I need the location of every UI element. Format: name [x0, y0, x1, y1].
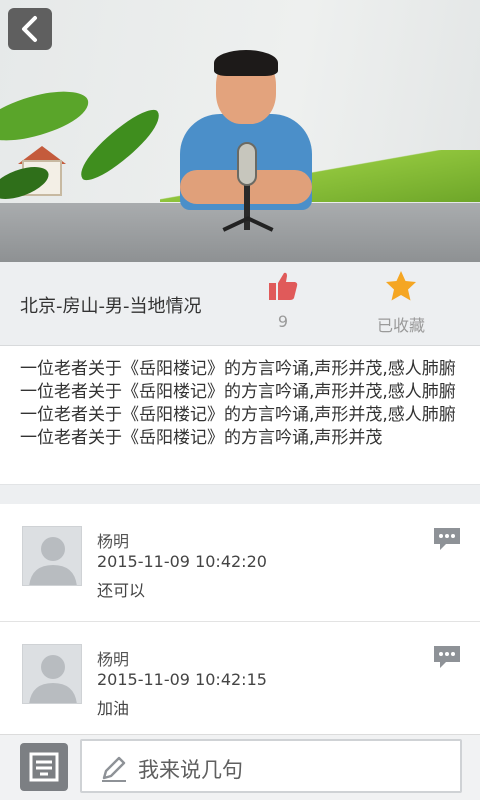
video-title: 北京-房山-男-当地情况	[20, 296, 202, 317]
pencil-icon	[102, 756, 126, 782]
thumbs-up-icon	[269, 272, 298, 300]
avatar	[22, 644, 82, 704]
favorite-button[interactable]: 已收藏	[366, 270, 436, 340]
star-icon	[386, 271, 416, 301]
comment-author: 杨明	[97, 532, 130, 551]
comment-input-placeholder: 我来说几句	[138, 758, 243, 782]
reply-button[interactable]	[432, 526, 462, 552]
default-avatar-icon	[29, 655, 77, 703]
video-description: 一位老者关于《岳阳楼记》的方言吟诵,声形并茂,感人肺腑一位老者关于《岳阳楼记》的…	[0, 346, 480, 484]
microphone	[237, 142, 257, 186]
video-thumbnail[interactable]	[0, 0, 480, 262]
back-button[interactable]	[8, 8, 52, 50]
reply-button[interactable]	[432, 644, 462, 670]
chevron-left-icon	[22, 16, 37, 42]
comment-item: 杨明 2015-11-09 10:42:15 加油	[0, 622, 480, 740]
like-button[interactable]: 9	[258, 270, 308, 340]
comment-time: 2015-11-09 10:42:20	[97, 552, 267, 571]
section-divider	[0, 484, 480, 504]
comment-time: 2015-11-09 10:42:15	[97, 670, 267, 689]
description-text: 一位老者关于《岳阳楼记》的方言吟诵,声形并茂,感人肺腑一位老者关于《岳阳楼记》的…	[20, 359, 456, 448]
keyboard-icon	[29, 752, 59, 782]
chat-bubble-icon	[434, 646, 460, 668]
avatar	[22, 526, 82, 586]
comment-input-bar: 我来说几句	[0, 734, 480, 800]
chat-bubble-icon	[434, 528, 460, 550]
default-avatar-icon	[29, 537, 77, 585]
like-count: 9	[277, 312, 289, 331]
keyboard-toggle-button[interactable]	[20, 743, 68, 791]
comment-author: 杨明	[97, 650, 130, 669]
comment-text: 还可以	[97, 581, 146, 600]
comment-input[interactable]: 我来说几句	[80, 739, 462, 793]
speaker-hair	[214, 50, 278, 76]
video-info-bar: 北京-房山-男-当地情况 9 已收藏	[0, 262, 480, 346]
comment-item: 杨明 2015-11-09 10:42:20 还可以	[0, 504, 480, 622]
comment-text: 加油	[97, 699, 130, 718]
favorite-label: 已收藏	[376, 316, 425, 335]
